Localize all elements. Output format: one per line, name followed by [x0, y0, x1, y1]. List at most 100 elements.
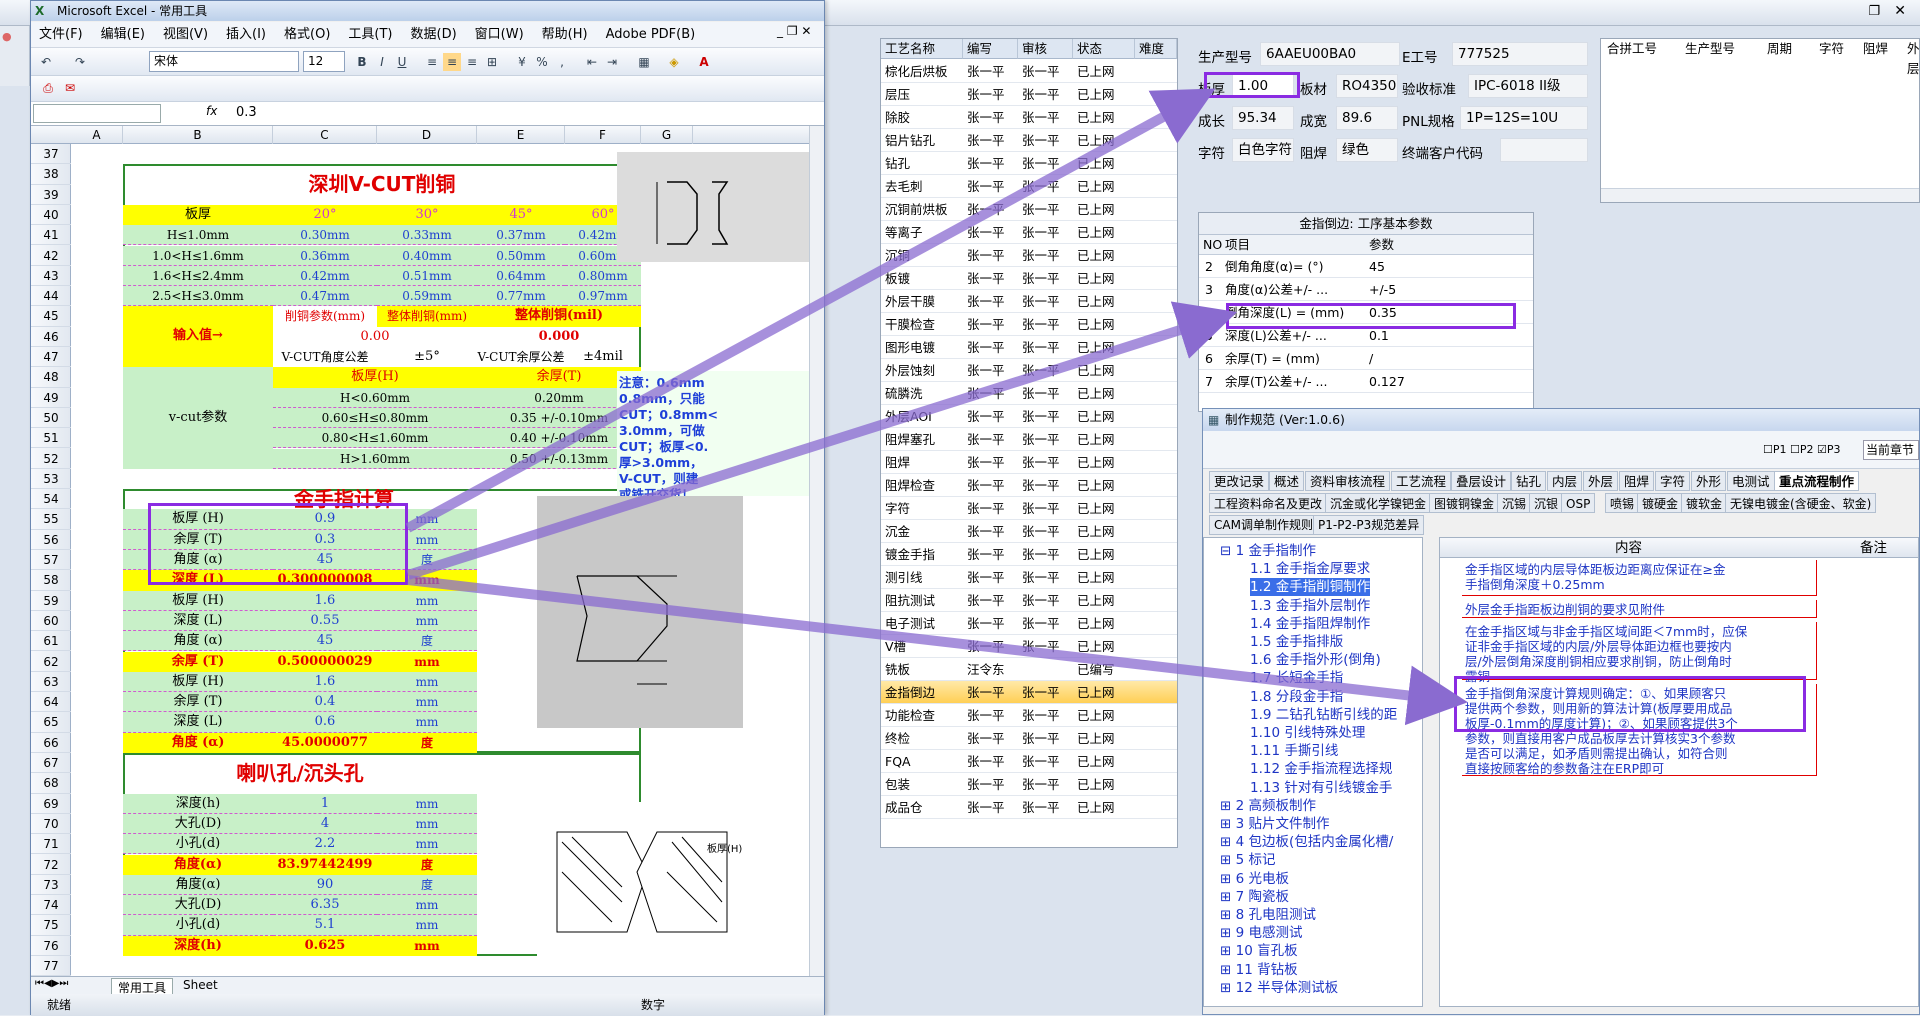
spec-tab[interactable]: 工艺流程 — [1391, 471, 1452, 491]
len-field[interactable]: 95.34 — [1232, 106, 1294, 130]
align-right-icon[interactable]: ≡ — [463, 53, 481, 71]
row-header-54[interactable]: 54 — [31, 489, 71, 510]
row-header-77[interactable]: 77 — [31, 956, 71, 976]
menu-item-2[interactable]: 视图(V) — [163, 27, 208, 42]
params-row[interactable]: 2 倒角角度(α)= (°) 45 — [1199, 255, 1533, 278]
col-header-e[interactable]: E — [477, 126, 565, 144]
menu-item-8[interactable]: 帮助(H) — [542, 27, 588, 42]
menu-item-0[interactable]: 文件(F) — [39, 27, 83, 42]
col-header-a[interactable]: A — [71, 126, 123, 144]
doc-close-icon[interactable]: ✕ — [801, 24, 811, 38]
spec-tab[interactable]: 外形 — [1691, 471, 1727, 491]
spec-tab[interactable]: 外层 — [1583, 471, 1619, 491]
process-row[interactable]: 板镀 张一平 张一平 已上网 — [881, 267, 1177, 290]
tree-node[interactable]: 1.6 金手指外形(倒角) — [1250, 651, 1381, 669]
process-row[interactable]: 阻焊检查 张一平 张一平 已上网 — [881, 474, 1177, 497]
row-header-70[interactable]: 70 — [31, 814, 71, 835]
row-header-76[interactable]: 76 — [31, 936, 71, 956]
row-header-75[interactable]: 75 — [31, 915, 71, 936]
bold-icon[interactable]: B — [353, 53, 371, 71]
process-col-1[interactable]: 编写 — [963, 39, 1018, 59]
row-header-52[interactable]: 52 — [31, 449, 71, 469]
row-header-64[interactable]: 64 — [31, 692, 71, 713]
process-row[interactable]: 沉金 张一平 张一平 已上网 — [881, 520, 1177, 543]
eno-field[interactable]: 777525 — [1452, 42, 1588, 66]
font-select[interactable]: 宋体 — [149, 51, 299, 72]
process-row[interactable]: 终检 张一平 张一平 已上网 — [881, 727, 1177, 750]
spec-tab[interactable]: CAM调单制作规则 — [1209, 515, 1318, 535]
increase-indent-icon[interactable]: ⇥ — [603, 53, 621, 71]
merge-col-4[interactable]: 阻焊 — [1863, 39, 1888, 59]
tree-node[interactable]: ⊞ 12 半导体测试板 — [1220, 979, 1338, 997]
row-header-72[interactable]: 72 — [31, 855, 71, 875]
tree-node[interactable]: 1.5 金手指排版 — [1250, 633, 1343, 651]
tab-nav-icons[interactable]: ⏮◀▶⏭ — [35, 978, 68, 989]
process-row[interactable]: 硫膦洗 张一平 张一平 已上网 — [881, 382, 1177, 405]
tree-node[interactable]: 1.9 二钻孔钻断引线的距 — [1250, 706, 1397, 724]
spec-tab[interactable]: 钻孔 — [1511, 471, 1547, 491]
tree-node[interactable]: ⊞ 8 孔电阻测试 — [1220, 906, 1316, 924]
process-row[interactable]: 干膜检查 张一平 张一平 已上网 — [881, 313, 1177, 336]
char-field[interactable]: 白色字符 — [1232, 138, 1294, 162]
menu-item-3[interactable]: 插入(I) — [226, 27, 266, 42]
tree-node[interactable]: 1.10 引线特殊处理 — [1250, 724, 1365, 742]
menu-item-5[interactable]: 工具(T) — [348, 27, 392, 42]
row-header-74[interactable]: 74 — [31, 895, 71, 916]
tree-node[interactable]: ⊞ 7 陶瓷板 — [1220, 888, 1289, 906]
model-field[interactable]: 6AAEU00BA0 — [1260, 42, 1400, 66]
p3-checkbox[interactable]: ☑ — [1817, 443, 1827, 456]
vcut-note[interactable]: 注意：0.6mm 0.8mm，只能 CUT；0.8mm< 3.0mm，可做 CU… — [617, 371, 809, 502]
content-row[interactable]: 在金手指区域与非金手指区域间距＜7mm时，应保 证非金手指区域的内层/外层导体距… — [1462, 622, 1817, 684]
tree-node[interactable]: 1.13 针对有引线镀金手 — [1250, 779, 1392, 797]
row-header-66[interactable]: 66 — [31, 733, 71, 753]
tree-node[interactable]: ⊞ 5 标记 — [1220, 851, 1275, 869]
row-header-56[interactable]: 56 — [31, 530, 71, 550]
tree-node[interactable]: ⊞ 3 贴片文件制作 — [1220, 815, 1329, 833]
row-header-43[interactable]: 43 — [31, 266, 71, 287]
pnl-field[interactable]: 1P=12S=10U — [1460, 106, 1588, 130]
process-row[interactable]: 沉铜 张一平 张一平 已上网 — [881, 244, 1177, 267]
spec-tab[interactable]: 概述 — [1269, 471, 1305, 491]
align-left-icon[interactable]: ≡ — [423, 53, 441, 71]
std-field[interactable]: IPC-6018 II级 — [1468, 74, 1588, 98]
mat-field[interactable]: RO4350B — [1336, 74, 1398, 98]
cust-field[interactable] — [1500, 138, 1588, 162]
font-color-icon[interactable]: A — [695, 53, 713, 71]
mask-field[interactable]: 绿色 — [1336, 138, 1398, 162]
fx-icon[interactable]: fx — [206, 104, 217, 118]
row-header-53[interactable]: 53 — [31, 469, 71, 490]
tree-node[interactable]: ⊞ 4 包边板(包括内金属化槽/ — [1220, 833, 1393, 851]
merge-hscroll[interactable] — [1601, 188, 1919, 202]
row-header-42[interactable]: 42 — [31, 246, 71, 266]
flow-side-button[interactable]: ● — [0, 26, 30, 86]
row-header-57[interactable]: 57 — [31, 550, 71, 571]
row-header-58[interactable]: 58 — [31, 570, 71, 591]
row-header-62[interactable]: 62 — [31, 652, 71, 672]
redo-icon[interactable]: ↷ — [71, 53, 89, 71]
doc-minimize-icon[interactable]: _ — [777, 24, 783, 38]
row-header-50[interactable]: 50 — [31, 408, 71, 429]
process-row[interactable]: 测引线 张一平 张一平 已上网 — [881, 566, 1177, 589]
row-header-49[interactable]: 49 — [31, 388, 71, 408]
tree-node[interactable]: 1.1 金手指金厚要求 — [1250, 560, 1370, 578]
spec-tab[interactable]: 镀软金 — [1681, 493, 1728, 513]
process-row[interactable]: 阻抗测试 张一平 张一平 已上网 — [881, 589, 1177, 612]
process-col-3[interactable]: 状态 — [1073, 39, 1135, 59]
spec-tab[interactable]: 阻焊 — [1619, 471, 1655, 491]
row-header-55[interactable]: 55 — [31, 509, 71, 530]
spec-tab[interactable]: P1-P2-P3规范差异 — [1313, 515, 1425, 535]
process-row[interactable]: 包装 张一平 张一平 已上网 — [881, 773, 1177, 796]
row-header-63[interactable]: 63 — [31, 672, 71, 693]
row-header-40[interactable]: 40 — [31, 205, 71, 226]
spec-tab[interactable]: 沉锡 — [1497, 493, 1532, 513]
spec-tab[interactable]: 沉金或化学镍钯金 — [1325, 493, 1432, 513]
process-row[interactable]: 功能检查 张一平 张一平 已上网 — [881, 704, 1177, 727]
content-row[interactable]: 外层金手指距板边削铜的要求见附件 — [1462, 600, 1817, 618]
spec-tab[interactable]: 重点流程制作 — [1774, 471, 1860, 491]
tree-node[interactable]: 1.7 长短金手指 — [1250, 669, 1343, 687]
params-row[interactable]: 7 余厚(T)公差+/- ... 0.127 — [1199, 370, 1533, 393]
menu-item-7[interactable]: 窗口(W) — [475, 27, 524, 42]
row-header-44[interactable]: 44 — [31, 286, 71, 307]
col-header-d[interactable]: D — [377, 126, 477, 144]
spec-tab[interactable]: 喷锡 — [1605, 493, 1640, 513]
